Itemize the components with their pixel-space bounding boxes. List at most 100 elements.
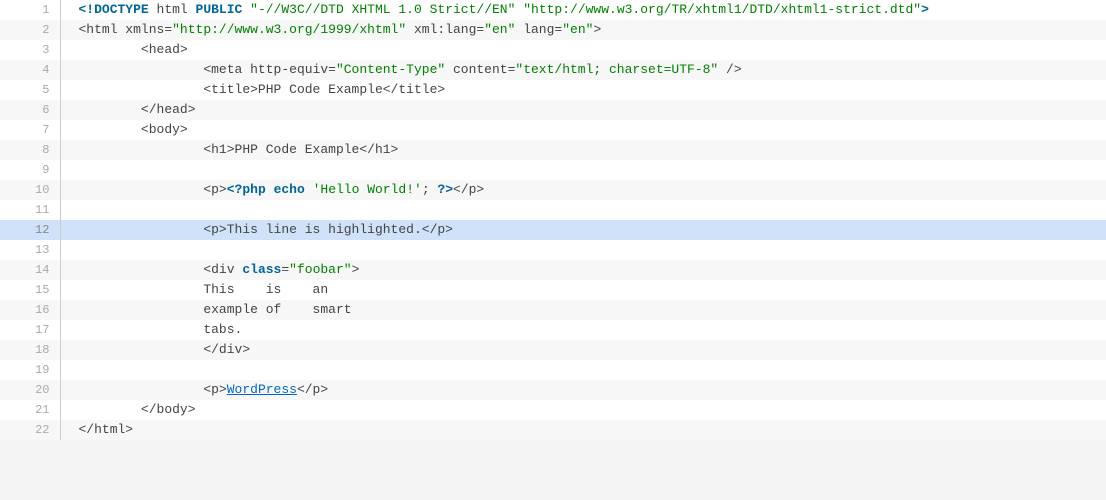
code-line: 14 <div class="foobar"> (0, 260, 1106, 280)
code-line: 4 <meta http-equiv="Content-Type" conten… (0, 60, 1106, 80)
code-content[interactable]: <h1>PHP Code Example</h1> (60, 140, 1106, 160)
token-plain: tabs. (203, 322, 242, 337)
line-number: 19 (0, 360, 60, 380)
token-str: "foobar" (289, 262, 351, 277)
token-plain: xml:lang= (406, 22, 484, 37)
token-plain: </html> (79, 422, 134, 437)
code-content[interactable]: <title>PHP Code Example</title> (60, 80, 1106, 100)
line-number: 13 (0, 240, 60, 260)
code-line: 9 (0, 160, 1106, 180)
token-plain: <title>PHP Code Example</title> (203, 82, 445, 97)
token-plain: <p> (203, 382, 226, 397)
code-content[interactable]: <div class="foobar"> (60, 260, 1106, 280)
token-plain: content= (445, 62, 515, 77)
code-content[interactable]: <p><?php echo 'Hello World!'; ?></p> (60, 180, 1106, 200)
token-tag: ?> (437, 182, 453, 197)
code-content[interactable]: <html xmlns="http://www.w3.org/1999/xhtm… (60, 20, 1106, 40)
code-content[interactable] (60, 360, 1106, 380)
token-plain: <h1>PHP Code Example</h1> (203, 142, 398, 157)
token-plain: <meta http-equiv= (203, 62, 336, 77)
token-link[interactable]: WordPress (227, 382, 297, 397)
code-content[interactable] (60, 200, 1106, 220)
line-number: 17 (0, 320, 60, 340)
code-line: 21 </body> (0, 400, 1106, 420)
line-number: 11 (0, 200, 60, 220)
token-plain: /> (718, 62, 741, 77)
line-number: 10 (0, 180, 60, 200)
code-content[interactable]: </div> (60, 340, 1106, 360)
token-str: "en" (562, 22, 593, 37)
code-line: 20 <p>WordPress</p> (0, 380, 1106, 400)
code-line: 22</html> (0, 420, 1106, 440)
code-content[interactable]: <!DOCTYPE html PUBLIC "-//W3C//DTD XHTML… (60, 0, 1106, 20)
line-number: 6 (0, 100, 60, 120)
token-plain: > (352, 262, 360, 277)
token-plain (305, 182, 313, 197)
token-plain: = (281, 262, 289, 277)
token-str: "-//W3C//DTD XHTML 1.0 Strict//EN" (250, 2, 515, 17)
token-plain: </div> (203, 342, 250, 357)
token-kw: class (242, 262, 281, 277)
token-tag: PUBLIC (196, 2, 243, 17)
token-str: "text/html; charset=UTF-8" (515, 62, 718, 77)
code-content[interactable] (60, 160, 1106, 180)
code-content[interactable]: </body> (60, 400, 1106, 420)
code-line: 11 (0, 200, 1106, 220)
token-plain: example of smart (203, 302, 351, 317)
code-table: 1<!DOCTYPE html PUBLIC "-//W3C//DTD XHTM… (0, 0, 1106, 440)
line-number: 14 (0, 260, 60, 280)
code-line: 15 This is an (0, 280, 1106, 300)
code-content[interactable]: example of smart (60, 300, 1106, 320)
token-str: "http://www.w3.org/TR/xhtml1/DTD/xhtml1-… (523, 2, 921, 17)
token-str: "en" (484, 22, 515, 37)
code-line: 18 </div> (0, 340, 1106, 360)
token-plain: lang= (515, 22, 562, 37)
line-number: 1 (0, 0, 60, 20)
token-kw: echo (274, 182, 305, 197)
code-line: 16 example of smart (0, 300, 1106, 320)
token-plain: > (593, 22, 601, 37)
code-block: 1<!DOCTYPE html PUBLIC "-//W3C//DTD XHTM… (0, 0, 1106, 440)
token-plain: <p> (203, 182, 226, 197)
token-plain: <head> (141, 42, 188, 57)
code-line: 8 <h1>PHP Code Example</h1> (0, 140, 1106, 160)
token-plain: </p> (453, 182, 484, 197)
code-content[interactable]: <body> (60, 120, 1106, 140)
token-plain: </head> (141, 102, 196, 117)
token-plain: </body> (141, 402, 196, 417)
code-line: 13 (0, 240, 1106, 260)
token-plain: </p> (297, 382, 328, 397)
code-content[interactable]: </head> (60, 100, 1106, 120)
token-str: "http://www.w3.org/1999/xhtml" (172, 22, 406, 37)
token-plain: html (149, 2, 196, 17)
code-content[interactable]: </html> (60, 420, 1106, 440)
token-plain (266, 182, 274, 197)
token-str: "Content-Type" (336, 62, 445, 77)
code-content[interactable]: This is an (60, 280, 1106, 300)
token-plain: <body> (141, 122, 188, 137)
line-number: 21 (0, 400, 60, 420)
code-content[interactable]: <p>WordPress</p> (60, 380, 1106, 400)
code-line: 2<html xmlns="http://www.w3.org/1999/xht… (0, 20, 1106, 40)
line-number: 20 (0, 380, 60, 400)
code-line: 6 </head> (0, 100, 1106, 120)
code-content[interactable]: tabs. (60, 320, 1106, 340)
code-line: 1<!DOCTYPE html PUBLIC "-//W3C//DTD XHTM… (0, 0, 1106, 20)
token-tag: > (921, 2, 929, 17)
code-content[interactable]: <p>This line is highlighted.</p> (60, 220, 1106, 240)
token-tag: <!DOCTYPE (79, 2, 149, 17)
code-content[interactable]: <head> (60, 40, 1106, 60)
code-content[interactable]: <meta http-equiv="Content-Type" content=… (60, 60, 1106, 80)
line-number: 8 (0, 140, 60, 160)
code-line: 7 <body> (0, 120, 1106, 140)
code-line: 12 <p>This line is highlighted.</p> (0, 220, 1106, 240)
line-number: 2 (0, 20, 60, 40)
code-content[interactable] (60, 240, 1106, 260)
token-plain: <html xmlns= (79, 22, 173, 37)
line-number: 12 (0, 220, 60, 240)
token-plain: ; (422, 182, 438, 197)
line-number: 3 (0, 40, 60, 60)
code-line: 5 <title>PHP Code Example</title> (0, 80, 1106, 100)
token-tag: <?php (227, 182, 266, 197)
code-line: 19 (0, 360, 1106, 380)
